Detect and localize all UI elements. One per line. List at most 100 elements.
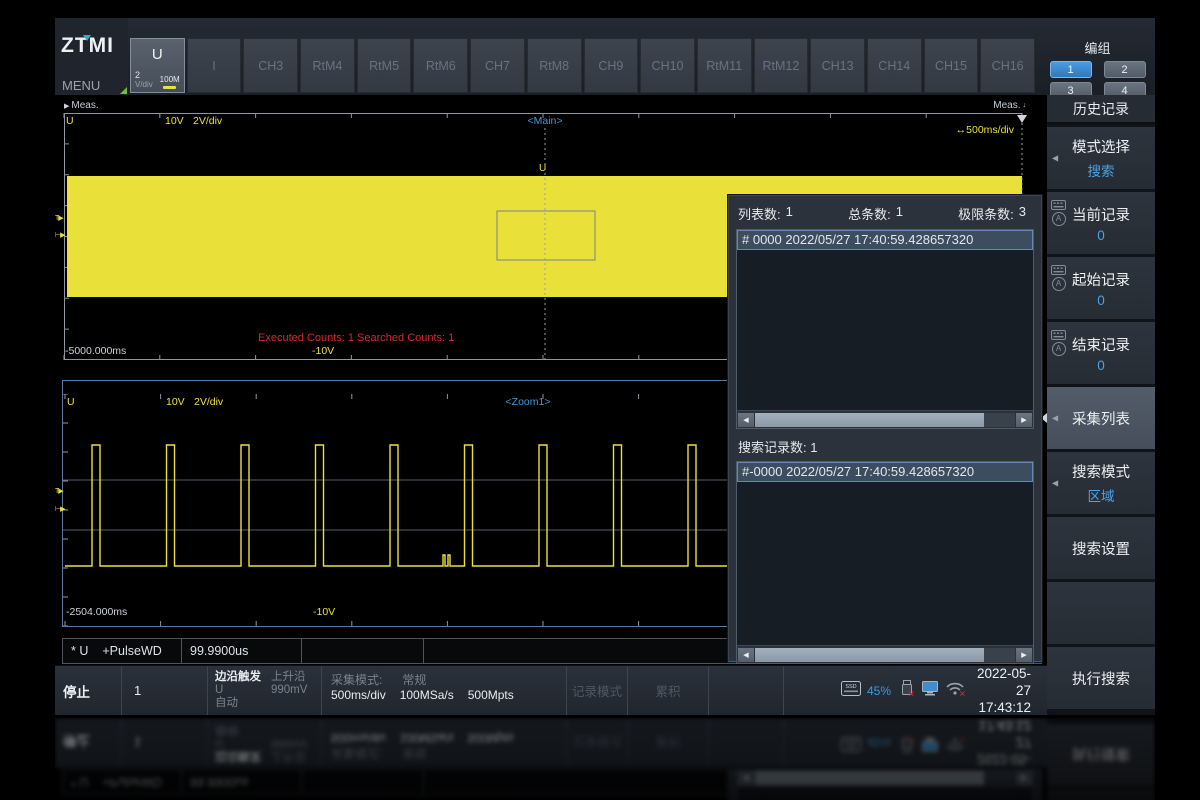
- main-time-start-label: -5000.000ms: [65, 345, 126, 357]
- svg-text:SSD: SSD: [845, 684, 856, 690]
- scrollbar-track[interactable]: [755, 648, 1015, 662]
- sidebar-item-label: 执行搜索: [1072, 668, 1130, 689]
- knob-assign-icon: A: [1052, 277, 1066, 291]
- acq-list-scrollbar[interactable]: ◀ ▶: [737, 410, 1033, 428]
- channel-tab-u[interactable]: U 2 V/div 100M: [130, 38, 185, 93]
- acq-timebase: 500ms/div: [331, 688, 386, 703]
- arrow-down-icon: ↓: [1023, 102, 1027, 109]
- channel-tab-ch14[interactable]: CH14: [867, 38, 922, 93]
- sidebar-item-end-record[interactable]: A结束记录0: [1047, 322, 1155, 384]
- scroll-left-button[interactable]: ◀: [738, 413, 754, 427]
- channel-unit: V/div: [135, 80, 153, 89]
- scrollbar-thumb[interactable]: [755, 648, 984, 662]
- group-button-2[interactable]: 2: [1104, 61, 1146, 78]
- meas-expand-right[interactable]: Meas. ↓: [993, 100, 1026, 111]
- channel-tab-ch7[interactable]: CH7: [470, 38, 525, 93]
- trigger-info-cell[interactable]: 边沿触发 U 自动 上升沿 990mV: [207, 666, 321, 715]
- channel-tab-i[interactable]: I: [187, 38, 242, 93]
- channel-bandwidth: 100M: [160, 75, 180, 84]
- channel-tab-ch9[interactable]: CH9: [584, 38, 639, 93]
- channel-tab-rtm6[interactable]: RtM6: [413, 38, 468, 93]
- channel-tab-rtm5[interactable]: RtM5: [357, 38, 412, 93]
- scroll-right-button[interactable]: ▶: [1016, 648, 1032, 662]
- measurement-name-cell[interactable]: * U +PulseWD: [63, 639, 182, 663]
- svg-text:✕: ✕: [959, 736, 966, 744]
- zoom-window-label: <Zoom1>: [506, 396, 551, 408]
- channel-tab-label: RtM6: [414, 39, 467, 92]
- channel-tab-label: RtM5: [358, 39, 411, 92]
- scrollbar-thumb[interactable]: [755, 413, 984, 427]
- sidebar-item-start-record[interactable]: A起始记录0: [1047, 257, 1155, 319]
- channel-tab-label: CH14: [868, 39, 921, 92]
- zoom-channel-label: U: [67, 396, 75, 408]
- group-title: 编组: [1040, 38, 1155, 57]
- scrollbar-track[interactable]: [755, 413, 1015, 427]
- channel-tab-label: RtM8: [528, 39, 581, 92]
- channel-active-indicator: [163, 86, 176, 89]
- channel-tab-ch15[interactable]: CH15: [924, 38, 979, 93]
- accumulate-cell: 累积: [627, 666, 708, 715]
- knob-assign-icon: A: [1052, 212, 1066, 226]
- search-list-scrollbar[interactable]: ◀ ▶: [737, 645, 1033, 663]
- channel-tab-label: CH13: [811, 39, 864, 92]
- menu-button[interactable]: MENU: [55, 75, 128, 95]
- channel-tab-label: CH15: [925, 39, 978, 92]
- channel-tab-ch10[interactable]: CH10: [640, 38, 695, 93]
- svg-text:✕: ✕: [908, 736, 915, 744]
- channel-tab-rtm12[interactable]: RtM12: [754, 38, 809, 93]
- channel-tab-ch13[interactable]: CH13: [810, 38, 865, 93]
- channel-tab-label: RtM11: [698, 39, 751, 92]
- main-volt-min-label: -10V: [312, 345, 334, 357]
- ground-level-marker-main[interactable]: ⊢▶: [55, 231, 64, 239]
- main-range-label: 10V: [165, 115, 184, 127]
- knob-assign-icon: A: [1052, 342, 1066, 356]
- search-record-row[interactable]: #-0000 2022/05/27 17:40:59.428657320: [737, 462, 1033, 482]
- acquisition-record-list[interactable]: # 0000 2022/05/27 17:40:59.428657320 ◀ ▶: [736, 229, 1034, 429]
- sidebar-item-label: 起始记录: [1072, 269, 1130, 290]
- scroll-right-button[interactable]: ▶: [1016, 413, 1032, 427]
- usb-disconnected-icon: ✕: [899, 679, 915, 702]
- trigger-number: 1: [121, 666, 207, 715]
- group-panel: 编组 1234: [1040, 38, 1155, 93]
- channel-tab-rtm4[interactable]: RtM4: [300, 38, 355, 93]
- left-arrow-icon: ◀: [1052, 479, 1058, 488]
- main-channel-label: U: [66, 115, 74, 127]
- meas-expand-left[interactable]: ▶ Meas.: [64, 100, 99, 111]
- sidebar-item-spacer: [1047, 582, 1155, 644]
- scroll-left-button[interactable]: ◀: [738, 648, 754, 662]
- acquisition-info-cell[interactable]: 采集模式: 常规 500ms/div 100MSa/s 500Mpts: [321, 666, 566, 715]
- sidebar-item-search-mode[interactable]: ◀搜索模式区域: [1047, 452, 1155, 514]
- ground-level-marker-zoom[interactable]: ⊢▶: [55, 505, 64, 513]
- sidebar-item-value: 0: [1097, 358, 1105, 373]
- menu-label: MENU: [62, 78, 100, 93]
- channel-tab-rtm8[interactable]: RtM8: [527, 38, 582, 93]
- sidebar-item-execute-search[interactable]: 执行搜索: [1047, 647, 1155, 709]
- group-button-1[interactable]: 1: [1050, 61, 1092, 78]
- sidebar-title: 历史记录: [1047, 95, 1155, 124]
- storage-percent: 45%: [867, 684, 891, 698]
- svg-text:✕: ✕: [959, 690, 966, 698]
- zoom-time-start-label: -2504.000ms: [66, 606, 127, 618]
- sidebar-item-current-record[interactable]: A当前记录0: [1047, 192, 1155, 254]
- trigger-level-marker-zoom[interactable]: T▶: [55, 487, 64, 495]
- channel-tab-label: I: [188, 39, 241, 92]
- wifi-disconnected-icon: ✕: [945, 679, 967, 702]
- sidebar-item-acquisition-list[interactable]: ◀采集列表: [1047, 387, 1155, 449]
- channel-tab-ch3[interactable]: CH3: [243, 38, 298, 93]
- channel-tab-rtm11[interactable]: RtM11: [697, 38, 752, 93]
- search-record-list[interactable]: #-0000 2022/05/27 17:40:59.428657320 ◀ ▶: [736, 461, 1034, 664]
- channel-tab-label: U: [131, 46, 184, 63]
- trigger-type: 边沿触发: [215, 671, 261, 684]
- main-scale-label: 2V/div: [193, 115, 222, 127]
- search-count-value: 1: [810, 440, 817, 455]
- channel-tab-label: RtM4: [301, 39, 354, 92]
- sidebar-item-mode-select[interactable]: ◀模式选择搜索: [1047, 127, 1155, 189]
- channel-tab-ch16[interactable]: CH16: [980, 38, 1035, 93]
- acquisition-record-row[interactable]: # 0000 2022/05/27 17:40:59.428657320: [737, 230, 1033, 250]
- acq-sample-rate: 100MSa/s: [400, 688, 454, 703]
- sidebar-item-search-settings[interactable]: 搜索设置: [1047, 517, 1155, 579]
- trigger-level-marker-main[interactable]: T▶: [55, 214, 64, 222]
- channel-tab-label: CH16: [981, 39, 1034, 92]
- measurement-empty-cell-1: [302, 639, 424, 663]
- datetime-display: 2022-05-27 17:43:12: [967, 665, 1047, 715]
